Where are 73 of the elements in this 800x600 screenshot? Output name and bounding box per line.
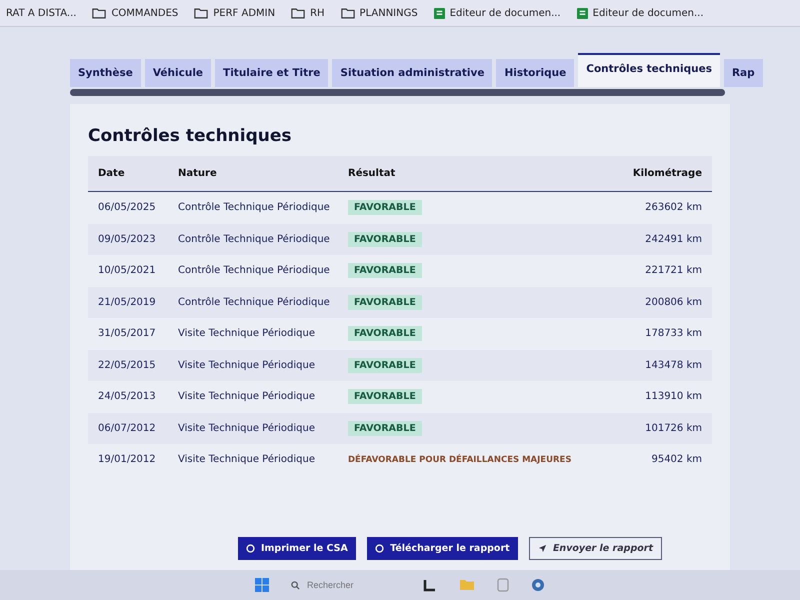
- bookmark-link[interactable]: RAT A DISTA...: [6, 8, 76, 18]
- search-field[interactable]: Rechercher: [305, 579, 399, 591]
- table-cell-text: 143478 km: [644, 360, 702, 371]
- action-button[interactable]: Imprimer le CSA: [238, 537, 356, 560]
- status-badge: FAVORABLE: [348, 326, 422, 342]
- table-cell-text: Contrôle Technique Périodique: [178, 265, 331, 276]
- windows-icon[interactable]: [255, 578, 269, 592]
- folder-icon: [194, 8, 208, 18]
- bookmark-link[interactable]: Editeur de documen...: [434, 8, 561, 18]
- table-cell-text: 221721 km: [644, 265, 702, 276]
- status-badge: FAVORABLE: [348, 420, 422, 436]
- document-icon: [576, 8, 588, 18]
- column-header: Résultat: [348, 168, 396, 179]
- tab[interactable]: Rap: [724, 59, 763, 87]
- table-cell-text: 263602 km: [644, 202, 702, 214]
- table-cell-text: 101726 km: [644, 422, 702, 434]
- table-cell-text: Visite Technique Périodique: [178, 454, 316, 466]
- table-cell-text: 178733 km: [644, 328, 702, 340]
- status-badge: FAVORABLE: [348, 232, 422, 247]
- table-cell-text: 19/01/2012: [98, 454, 157, 466]
- table-cell-text: 95402 km: [650, 454, 702, 466]
- tab[interactable]: Contrôles techniques: [578, 53, 720, 87]
- column-header: Nature: [178, 168, 218, 179]
- document-icon: [434, 8, 445, 18]
- table-cell-text: 31/05/2017: [98, 328, 157, 340]
- status-badge: FAVORABLE: [348, 200, 422, 216]
- table-cell-text: 200806 km: [644, 296, 702, 308]
- status-badge: FAVORABLE: [348, 358, 422, 373]
- action-button[interactable]: Télécharger le rapport: [367, 537, 518, 560]
- table-cell-text: 10/05/2021: [98, 265, 157, 276]
- tab[interactable]: Historique: [496, 59, 574, 87]
- status-badge: FAVORABLE: [348, 294, 422, 310]
- folder-icon: [92, 8, 106, 18]
- bookmark-link[interactable]: PERF ADMIN: [194, 8, 276, 18]
- status-badge: FAVORABLE: [348, 263, 422, 278]
- table-cell-text: 06/05/2025: [98, 202, 157, 214]
- action-button[interactable]: Envoyer le rapport: [528, 537, 662, 560]
- send-icon: [538, 544, 547, 553]
- table-cell-text: 24/05/2013: [98, 391, 157, 402]
- tab[interactable]: Synthèse: [70, 59, 141, 87]
- status-text: DÉFAVORABLE POUR DÉFAILLANCES MAJEURES: [348, 453, 572, 468]
- table-cell-text: Visite Technique Périodique: [178, 391, 316, 402]
- table-cell-text: 06/07/2012: [98, 422, 157, 434]
- tab[interactable]: Situation administrative: [332, 59, 492, 87]
- tab[interactable]: Véhicule: [144, 59, 212, 87]
- browser-icon[interactable]: [531, 578, 545, 592]
- table-cell-text: Contrôle Technique Périodique: [178, 234, 331, 245]
- app-icon[interactable]: [423, 578, 437, 592]
- table-cell-text: 09/05/2023: [98, 234, 157, 245]
- table-cell-text: 242491 km: [644, 234, 702, 245]
- section-title: Contrôles techniques: [88, 126, 293, 146]
- circle-icon: [246, 544, 255, 553]
- column-header: Kilométrage: [632, 168, 702, 179]
- bookmark-link[interactable]: COMMANDES: [92, 8, 178, 18]
- table-cell-text: Visite Technique Périodique: [178, 422, 316, 434]
- table-cell-text: Visite Technique Périodique: [178, 360, 316, 371]
- folder-icon: [291, 8, 306, 18]
- table-cell-text: 22/05/2015: [98, 360, 157, 371]
- folder-icon: [340, 8, 355, 18]
- bookmark-link[interactable]: PLANNINGS: [340, 8, 418, 18]
- status-badge: FAVORABLE: [348, 389, 422, 404]
- table-cell-text: Contrôle Technique Périodique: [178, 296, 331, 308]
- table-cell-text: 21/05/2019: [98, 296, 157, 308]
- search-icon: [291, 580, 300, 590]
- circle-icon: [375, 544, 384, 553]
- tab[interactable]: Titulaire et Titre: [215, 59, 328, 87]
- scrollbar[interactable]: [70, 89, 725, 96]
- column-header: Date: [98, 168, 126, 179]
- table-cell-text: 113910 km: [644, 391, 702, 402]
- table-cell-text: Visite Technique Périodique: [178, 328, 316, 340]
- table-cell-text: Contrôle Technique Périodique: [178, 202, 331, 214]
- bookmark-link[interactable]: Editeur de documen...: [576, 8, 704, 18]
- bookmark-link[interactable]: RH: [291, 8, 325, 18]
